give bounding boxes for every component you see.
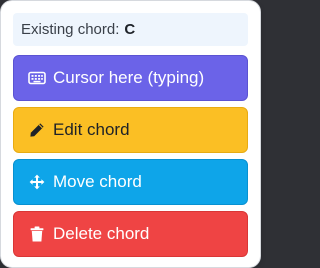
chord-context-menu: Existing chord: C Cursor here (typing) E…	[0, 0, 261, 268]
move-chord-label: Move chord	[53, 172, 142, 191]
delete-chord-label: Delete chord	[53, 224, 150, 243]
move-chord-button[interactable]: Move chord	[13, 159, 248, 205]
pencil-icon	[28, 121, 46, 139]
cursor-here-button[interactable]: Cursor here (typing)	[13, 55, 248, 101]
existing-chord-info: Existing chord: C	[13, 13, 248, 46]
trash-icon	[28, 225, 46, 243]
keyboard-icon	[28, 69, 46, 87]
edit-chord-label: Edit chord	[53, 120, 130, 139]
edit-chord-button[interactable]: Edit chord	[13, 107, 248, 153]
delete-chord-button[interactable]: Delete chord	[13, 211, 248, 257]
existing-chord-value: C	[124, 21, 136, 38]
cursor-here-label: Cursor here (typing)	[53, 68, 205, 87]
move-arrows-icon	[28, 173, 46, 191]
existing-chord-label: Existing chord:	[21, 21, 120, 38]
